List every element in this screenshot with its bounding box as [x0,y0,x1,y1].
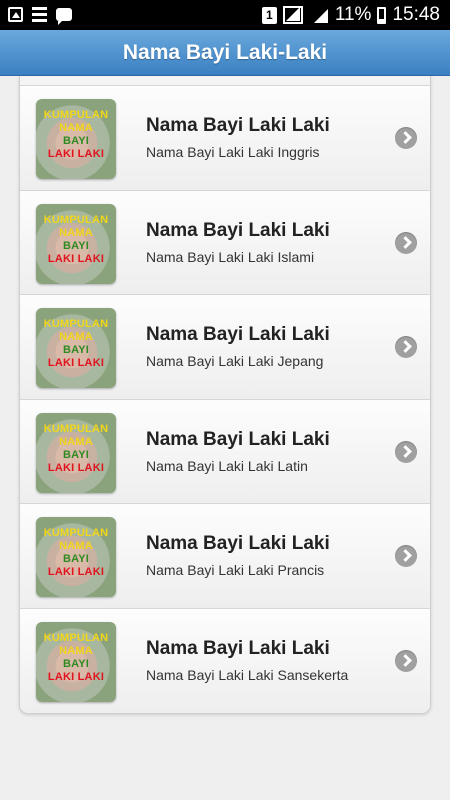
thumb-text-line4: LAKI LAKI [47,461,105,474]
item-subtitle: Nama Bayi Laki Laki Latin [146,457,308,474]
baby-thumbnail: KUMPULAN NAMA BAYI LAKI LAKI [36,308,116,388]
thumb-text-line2: NAMA [59,540,93,552]
thumb-text-line3: BAYI [62,344,90,356]
baby-thumbnail: KUMPULAN NAMA BAYI LAKI LAKI [36,412,116,493]
thumb-text-line4: LAKI LAKI [47,566,105,578]
thumb-text-line4: LAKI LAKI [47,252,105,265]
item-title: Nama Bayi Laki Laki [146,324,330,345]
list-top-edge [20,76,430,86]
chevron-right-icon[interactable] [395,127,417,149]
thumb-text-line1: KUMPULAN [43,318,109,330]
chevron-right-icon[interactable] [395,545,417,567]
list-item[interactable]: KUMPULAN NAMA BAYI LAKI LAKI Nama Bayi L… [20,86,430,191]
chevron-right-icon[interactable] [395,231,417,254]
page-title: Nama Bayi Laki-Laki [122,41,328,64]
list-item[interactable]: KUMPULAN NAMA BAYI LAKI LAKI Nama Bayi L… [20,504,430,609]
thumb-text-line2: NAMA [59,435,93,448]
thumb-text-line2: NAMA [59,122,93,134]
thumb-text-line1: KUMPULAN [43,109,109,121]
item-title: Nama Bayi Laki Laki [146,219,330,241]
clock: 15:48 [392,4,440,25]
chevron-right-icon[interactable] [395,440,417,463]
item-subtitle: Nama Bayi Laki Laki Islami [146,248,315,265]
signal-sim2-icon [309,6,329,24]
baby-thumbnail: KUMPULAN NAMA BAYI LAKI LAKI [36,517,116,597]
item-subtitle: Nama Bayi Laki Laki Jepang [146,353,324,369]
battery-percent: 11% [334,4,372,25]
list-item[interactable]: KUMPULAN NAMA BAYI LAKI LAKI Nama Bayi L… [20,190,430,295]
thumb-text-line3: BAYI [62,135,90,147]
app-header: Nama Bayi Laki-Laki [0,30,450,76]
thumb-text-line1: KUMPULAN [43,527,109,539]
signal-sim1-icon [282,6,303,24]
thumb-text-line2: NAMA [59,644,93,657]
thumb-text-line4: LAKI LAKI [47,357,105,369]
thumb-text-line3: BAYI [62,553,90,565]
chevron-right-icon[interactable] [395,336,417,358]
list-notification-icon [32,7,47,22]
status-bar: 1 11% 15:48 [0,0,450,30]
thumb-text-line2: NAMA [59,226,93,239]
item-subtitle: Nama Bayi Laki Laki Prancis [146,562,325,578]
message-notification-icon [56,8,72,25]
sim-badge-icon: 1 [261,6,277,24]
item-title: Nama Bayi Laki Laki [146,428,330,450]
thumb-text-line1: KUMPULAN [43,631,109,644]
battery-icon [377,6,387,24]
baby-thumbnail: KUMPULAN NAMA BAYI LAKI LAKI [36,99,116,179]
thumb-text-line1: KUMPULAN [43,213,109,226]
thumb-text-line3: BAYI [62,657,90,670]
item-subtitle: Nama Bayi Laki Laki Inggris [146,144,320,160]
list-item[interactable]: KUMPULAN NAMA BAYI LAKI LAKI Nama Bayi L… [20,295,430,400]
item-subtitle: Nama Bayi Laki Laki Sansekerta [146,666,349,683]
system-indicators: 1 11% 15:48 [261,4,440,26]
thumb-text-line1: KUMPULAN [43,422,109,435]
baby-thumbnail: KUMPULAN NAMA BAYI LAKI LAKI [36,203,116,284]
list-item[interactable]: KUMPULAN NAMA BAYI LAKI LAKI Nama Bayi L… [20,608,430,713]
thumb-text-line2: NAMA [59,331,93,343]
chevron-right-icon[interactable] [395,649,417,672]
thumb-text-line3: BAYI [62,239,90,252]
item-title: Nama Bayi Laki Laki [146,637,330,659]
item-title: Nama Bayi Laki Laki [146,115,330,136]
baby-thumbnail: KUMPULAN NAMA BAYI LAKI LAKI [36,621,116,702]
list-item[interactable]: KUMPULAN NAMA BAYI LAKI LAKI Nama Bayi L… [20,399,430,504]
gallery-notification-icon [8,7,23,22]
thumb-text-line4: LAKI LAKI [47,148,105,160]
notification-icons [8,7,72,25]
thumb-text-line3: BAYI [62,448,90,461]
category-list[interactable]: KUMPULAN NAMA BAYI LAKI LAKI Nama Bayi L… [19,76,431,714]
thumb-text-line4: LAKI LAKI [47,670,105,683]
item-title: Nama Bayi Laki Laki [146,533,330,554]
